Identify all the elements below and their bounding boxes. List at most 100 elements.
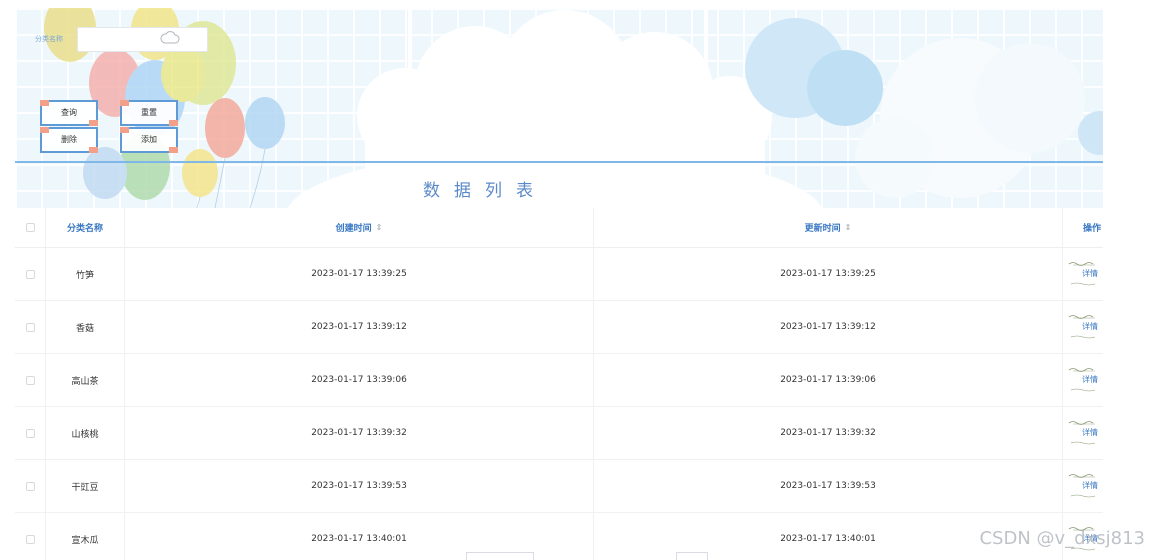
cloud-icon <box>160 31 180 44</box>
cell-name: 竹笋 <box>45 248 125 300</box>
table-row[interactable]: 干豇豆 2023-01-17 13:39:53 2023-01-17 13:39:5… <box>15 460 1103 513</box>
wave-icon <box>1067 332 1097 342</box>
cell-name: 香菇 <box>45 301 125 353</box>
cell-created: 2023-01-17 13:39:12 <box>125 301 594 353</box>
row-select-cell[interactable] <box>15 248 45 300</box>
cell-name: 高山茶 <box>45 354 125 406</box>
pagination-partial[interactable] <box>676 552 708 560</box>
search-label: 分类名称 <box>35 35 63 43</box>
cell-actions: 详情 <box>1063 407 1103 459</box>
checkbox-icon[interactable] <box>25 322 35 332</box>
detail-button[interactable]: 详情 <box>1067 469 1101 503</box>
sort-icon[interactable]: ⇕ <box>845 223 852 232</box>
add-button[interactable]: 添加 <box>120 127 178 153</box>
row-select-cell[interactable] <box>15 460 45 512</box>
table-row[interactable]: 宣木瓜 2023-01-17 13:40:01 2023-01-17 13:40:0… <box>15 513 1103 560</box>
button-corner-deco <box>120 127 129 133</box>
column-header-actions-label: 操作 <box>1082 224 1101 234</box>
table-row[interactable]: 山核桃 2023-01-17 13:39:32 2023-01-17 13:39:3… <box>15 407 1103 460</box>
cell-updated: 2023-01-17 13:39:12 <box>594 301 1063 353</box>
cell-name-text: 宣木瓜 <box>71 535 99 546</box>
cell-name: 宣木瓜 <box>45 513 125 560</box>
cell-created: 2023-01-17 13:39:53 <box>125 460 594 512</box>
column-header-created[interactable]: 创建时间 ⇕ <box>125 208 594 247</box>
column-header-updated-label: 更新时间 <box>804 224 841 234</box>
row-select-cell[interactable] <box>15 513 45 560</box>
wave-icon <box>1067 279 1097 289</box>
cell-actions: 详情 <box>1063 460 1103 512</box>
column-header-updated[interactable]: 更新时间 ⇕ <box>594 208 1063 247</box>
cell-updated-text: 2023-01-17 13:39:32 <box>780 428 876 438</box>
reset-button[interactable]: 重置 <box>120 100 178 126</box>
button-corner-deco <box>169 120 178 126</box>
cell-updated-text: 2023-01-17 13:39:53 <box>780 481 876 491</box>
cell-actions: 详情 <box>1063 248 1103 300</box>
detail-button[interactable]: 详情 <box>1067 257 1101 291</box>
cell-name-text: 香菇 <box>75 323 94 334</box>
watermark: CSDN @v_dxsj813 <box>979 528 1145 549</box>
cell-updated-text: 2023-01-17 13:39:06 <box>780 375 876 385</box>
button-corner-deco <box>40 100 49 106</box>
cell-name-text: 干豇豆 <box>71 482 99 493</box>
column-header-actions: 操作 <box>1063 208 1103 247</box>
table-header-row: 分类名称 创建时间 ⇕ 更新时间 ⇕ 操作 <box>15 208 1103 248</box>
cell-updated: 2023-01-17 13:39:25 <box>594 248 1063 300</box>
pagination-partial[interactable] <box>466 552 534 560</box>
button-corner-deco <box>120 100 129 106</box>
search-input[interactable] <box>77 27 208 52</box>
column-header-name: 分类名称 <box>45 208 125 247</box>
wave-icon <box>1067 491 1097 501</box>
checkbox-icon[interactable] <box>25 375 35 385</box>
cell-created-text: 2023-01-17 13:39:53 <box>311 481 407 491</box>
cell-created-text: 2023-01-17 13:39:32 <box>311 428 407 438</box>
cell-updated: 2023-01-17 13:39:53 <box>594 460 1063 512</box>
detail-button-label: 详情 <box>1082 321 1098 331</box>
cell-name-text: 高山茶 <box>71 376 99 387</box>
detail-button[interactable]: 详情 <box>1067 416 1101 450</box>
row-select-cell[interactable] <box>15 354 45 406</box>
column-header-name-label: 分类名称 <box>66 224 103 234</box>
header-banner: 分类名称 查询 重置 删除 添加 数据列表 <box>15 8 1103 208</box>
row-select-cell[interactable] <box>15 301 45 353</box>
cell-name-text: 竹笋 <box>75 270 94 281</box>
select-all-cell[interactable] <box>15 208 45 247</box>
detail-button-label: 详情 <box>1082 427 1098 437</box>
row-select-cell[interactable] <box>15 407 45 459</box>
cell-created: 2023-01-17 13:39:06 <box>125 354 594 406</box>
table-row[interactable]: 竹笋 2023-01-17 13:39:25 2023-01-17 13:39:25… <box>15 248 1103 301</box>
checkbox-icon[interactable] <box>25 269 35 279</box>
detail-button[interactable]: 详情 <box>1067 310 1101 344</box>
cell-name: 干豇豆 <box>45 460 125 512</box>
table-row[interactable]: 高山茶 2023-01-17 13:39:06 2023-01-17 13:39:0… <box>15 354 1103 407</box>
cell-created-text: 2023-01-17 13:39:12 <box>311 322 407 332</box>
delete-button[interactable]: 删除 <box>40 127 98 153</box>
cell-name-text: 山核桃 <box>71 429 99 440</box>
checkbox-icon[interactable] <box>25 428 35 438</box>
checkbox-icon[interactable] <box>25 223 35 232</box>
cell-name: 山核桃 <box>45 407 125 459</box>
reset-button-label: 重置 <box>141 108 157 117</box>
cell-updated: 2023-01-17 13:39:06 <box>594 354 1063 406</box>
cell-updated-text: 2023-01-17 13:39:25 <box>780 269 876 279</box>
button-corner-deco <box>40 127 49 133</box>
cell-updated-text: 2023-01-17 13:40:01 <box>780 534 876 544</box>
list-title: 数据列表 <box>423 181 547 201</box>
banner-seam <box>704 8 708 208</box>
query-button-label: 查询 <box>61 108 77 117</box>
delete-button-label: 删除 <box>61 135 77 144</box>
cell-actions: 详情 <box>1063 301 1103 353</box>
cell-updated: 2023-01-17 13:39:32 <box>594 407 1063 459</box>
checkbox-icon[interactable] <box>25 481 35 491</box>
sort-icon[interactable]: ⇕ <box>376 223 383 232</box>
table-body: 竹笋 2023-01-17 13:39:25 2023-01-17 13:39:25… <box>15 248 1103 560</box>
cell-created: 2023-01-17 13:39:25 <box>125 248 594 300</box>
cell-updated-text: 2023-01-17 13:39:12 <box>780 322 876 332</box>
cell-created-text: 2023-01-17 13:40:01 <box>311 534 407 544</box>
query-button[interactable]: 查询 <box>40 100 98 126</box>
checkbox-icon[interactable] <box>25 534 35 544</box>
cell-created-text: 2023-01-17 13:39:25 <box>311 269 407 279</box>
detail-button-label: 详情 <box>1082 268 1098 278</box>
table-row[interactable]: 香菇 2023-01-17 13:39:12 2023-01-17 13:39:12… <box>15 301 1103 354</box>
detail-button[interactable]: 详情 <box>1067 363 1101 397</box>
cell-actions: 详情 <box>1063 354 1103 406</box>
